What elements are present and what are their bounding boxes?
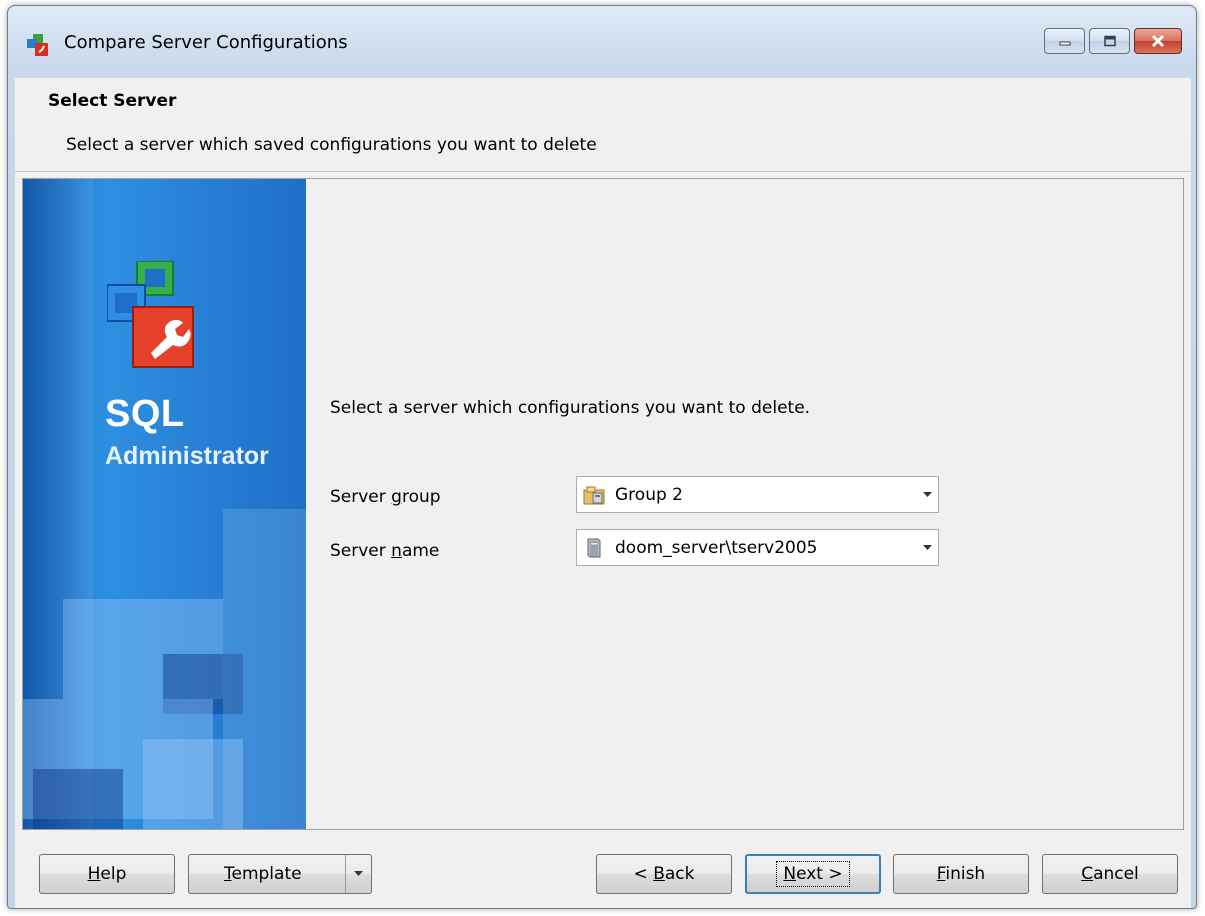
server-group-combobox[interactable]: Group 2 xyxy=(576,476,939,513)
close-icon xyxy=(1151,34,1165,48)
wizard-content: SQL Administrator Select a server which … xyxy=(22,178,1184,830)
server-name-label: Server name xyxy=(330,541,440,561)
server-group-value: Group 2 xyxy=(615,484,683,505)
server-icon xyxy=(587,538,601,557)
window-controls xyxy=(1044,28,1182,54)
instruction-text: Select a server which configurations you… xyxy=(330,398,811,418)
window-title: Compare Server Configurations xyxy=(64,32,348,53)
banner-subtitle: Administrator xyxy=(105,442,269,470)
folder-group-icon xyxy=(583,486,605,504)
wizard-footer: Help Template < Back Next > Finish Cance… xyxy=(15,833,1191,908)
step-title: Select Server xyxy=(48,91,177,111)
help-button[interactable]: Help xyxy=(39,854,175,894)
title-bar[interactable]: Compare Server Configurations xyxy=(8,6,1196,76)
close-button[interactable] xyxy=(1134,28,1182,54)
wizard-window: Compare Server Configurations Select Ser… xyxy=(7,5,1197,909)
minimize-button[interactable] xyxy=(1044,28,1085,54)
step-description: Select a server which saved configuratio… xyxy=(66,135,597,155)
maximize-button[interactable] xyxy=(1089,28,1130,54)
wizard-header: Select Server Select a server which save… xyxy=(15,78,1191,172)
server-name-combobox[interactable]: doom_server\tserv2005 xyxy=(576,529,939,566)
template-button[interactable]: Template xyxy=(188,854,372,894)
chevron-down-icon[interactable] xyxy=(916,544,938,551)
maximize-icon xyxy=(1103,35,1116,47)
banner-title: SQL xyxy=(105,393,185,435)
server-name-value: doom_server\tserv2005 xyxy=(615,537,818,558)
next-button[interactable]: Next > xyxy=(745,854,881,894)
template-dropdown-button[interactable] xyxy=(345,855,371,893)
wizard-client-area: Select Server Select a server which save… xyxy=(15,78,1191,908)
finish-button[interactable]: Finish xyxy=(893,854,1029,894)
sql-administrator-logo-icon xyxy=(107,261,194,368)
chevron-down-icon xyxy=(354,871,363,876)
app-icon xyxy=(27,34,48,56)
server-group-label: Server group xyxy=(330,487,441,507)
chevron-down-icon[interactable] xyxy=(916,491,938,498)
minimize-icon xyxy=(1059,41,1070,46)
main-panel: Select a server which configurations you… xyxy=(306,179,1183,829)
cancel-button[interactable]: Cancel xyxy=(1042,854,1178,894)
back-button[interactable]: < Back xyxy=(596,854,732,894)
side-banner: SQL Administrator xyxy=(23,179,306,829)
